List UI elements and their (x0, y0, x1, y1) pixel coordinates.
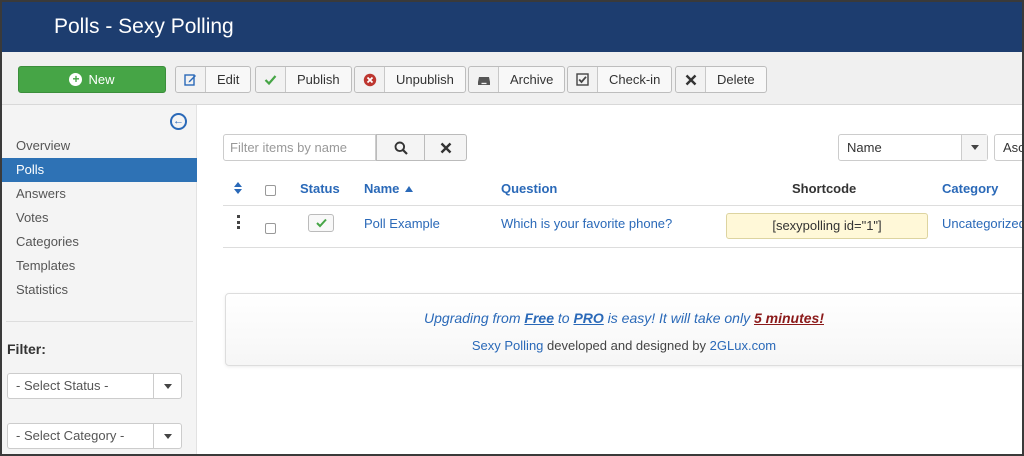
sort-asc-icon (405, 186, 414, 192)
sidebar-nav: Overview Polls Answers Votes Categories … (2, 134, 197, 302)
edit-button-label: Edit (217, 72, 240, 87)
column-header-name[interactable]: Name (364, 181, 414, 196)
toolbar: + New Edit Publish Unpublish Archive Che… (2, 52, 1022, 105)
sort-direction-select[interactable]: Asc (994, 134, 1022, 161)
search-button[interactable] (376, 134, 425, 161)
drag-handle-icon[interactable] (236, 215, 240, 229)
delete-button[interactable]: Delete (675, 66, 767, 93)
unpublish-button-label: Unpublish (396, 72, 454, 87)
collapse-sidebar-icon[interactable]: ← (170, 113, 187, 130)
publish-button-label: Publish (297, 72, 340, 87)
publish-button[interactable]: Publish (255, 66, 352, 93)
sidebar-item-statistics[interactable]: Statistics (2, 278, 197, 302)
upgrade-text-a: Upgrading from (424, 310, 525, 326)
close-icon (440, 142, 451, 153)
plus-circle-icon: + (69, 73, 83, 86)
select-all-checkbox[interactable] (265, 185, 276, 196)
category-filter-select[interactable]: - Select Category - (7, 423, 182, 449)
archive-icon (469, 67, 499, 92)
upgrade-time: 5 minutes! (753, 310, 824, 326)
search-input[interactable] (223, 134, 376, 161)
column-header-category[interactable]: Category (942, 181, 998, 196)
edit-icon (176, 67, 206, 92)
shortcode-field[interactable]: [sexypolling id="1"] (726, 213, 928, 239)
sort-field-select[interactable]: Name (838, 134, 988, 161)
column-header-question[interactable]: Question (501, 181, 557, 196)
ordering-icon[interactable] (234, 182, 242, 197)
filter-label: Filter: (7, 341, 46, 357)
table-header: Status Name Question Shortcode Category (223, 173, 1022, 206)
chevron-down-icon (961, 135, 987, 160)
unpublish-button[interactable]: Unpublish (354, 66, 466, 93)
column-header-shortcode: Shortcode (792, 181, 857, 196)
sidebar-item-polls[interactable]: Polls (2, 158, 197, 182)
upgrade-banner: Upgrading from Free to PRO is easy! It w… (225, 293, 1022, 366)
sort-direction-value: Asc (1003, 140, 1022, 155)
main-content: Name Asc Status Name Question Shortcode … (198, 105, 1022, 454)
free-link[interactable]: Free (524, 310, 554, 326)
sidebar-item-categories[interactable]: Categories (2, 230, 197, 254)
delete-button-label: Delete (717, 72, 755, 87)
chevron-down-icon (153, 424, 181, 448)
checkin-button-label: Check-in (609, 72, 661, 87)
new-button-label: New (88, 72, 115, 87)
sidebar-item-overview[interactable]: Overview (2, 134, 197, 158)
checkin-button[interactable]: Check-in (567, 66, 673, 93)
upgrade-message: Upgrading from Free to PRO is easy! It w… (226, 310, 1022, 326)
row-checkbox[interactable] (265, 223, 276, 234)
pro-link[interactable]: PRO (573, 310, 603, 326)
status-filter-select[interactable]: - Select Status - (7, 373, 182, 399)
sidebar-item-templates[interactable]: Templates (2, 254, 197, 278)
check-icon (315, 218, 327, 228)
edit-button[interactable]: Edit (175, 66, 252, 93)
sidebar-item-answers[interactable]: Answers (2, 182, 197, 206)
close-icon (676, 67, 706, 92)
upgrade-text-b: to (553, 310, 574, 326)
checkbox-checked-icon (568, 67, 598, 92)
credits-line: Sexy Polling developed and designed by 2… (226, 338, 1022, 353)
clear-search-button[interactable] (424, 134, 467, 161)
new-button[interactable]: + New (18, 66, 166, 93)
product-link[interactable]: Sexy Polling (472, 338, 544, 353)
check-icon (256, 67, 286, 92)
page-header: Polls - Sexy Polling (2, 2, 1022, 52)
status-filter-value: - Select Status - (16, 378, 109, 393)
unpublish-icon (355, 67, 385, 92)
poll-question-link[interactable]: Which is your favorite phone? (501, 216, 672, 231)
sidebar: ← Overview Polls Answers Votes Categorie… (2, 105, 197, 454)
column-header-status[interactable]: Status (300, 181, 340, 196)
category-link[interactable]: Uncategorized (942, 216, 1022, 231)
chevron-down-icon (153, 374, 181, 398)
table-row: Poll Example Which is your favorite phon… (223, 206, 1022, 248)
poll-name-link[interactable]: Poll Example (364, 216, 440, 231)
category-filter-value: - Select Category - (16, 428, 125, 443)
credits-text: developed and designed by (543, 338, 710, 353)
page-title: Polls - Sexy Polling (54, 15, 234, 38)
search-icon (394, 141, 408, 155)
sidebar-divider (6, 321, 193, 322)
column-header-name-label: Name (364, 181, 400, 196)
sort-field-value: Name (847, 140, 882, 155)
company-link[interactable]: 2GLux.com (710, 338, 776, 353)
archive-button[interactable]: Archive (468, 66, 566, 93)
published-status-button[interactable] (308, 214, 334, 232)
archive-button-label: Archive (510, 72, 554, 87)
app-window: Polls - Sexy Polling + New Edit Publish … (2, 2, 1022, 454)
upgrade-text-c: is easy! It will take only (603, 310, 754, 326)
sidebar-item-votes[interactable]: Votes (2, 206, 197, 230)
